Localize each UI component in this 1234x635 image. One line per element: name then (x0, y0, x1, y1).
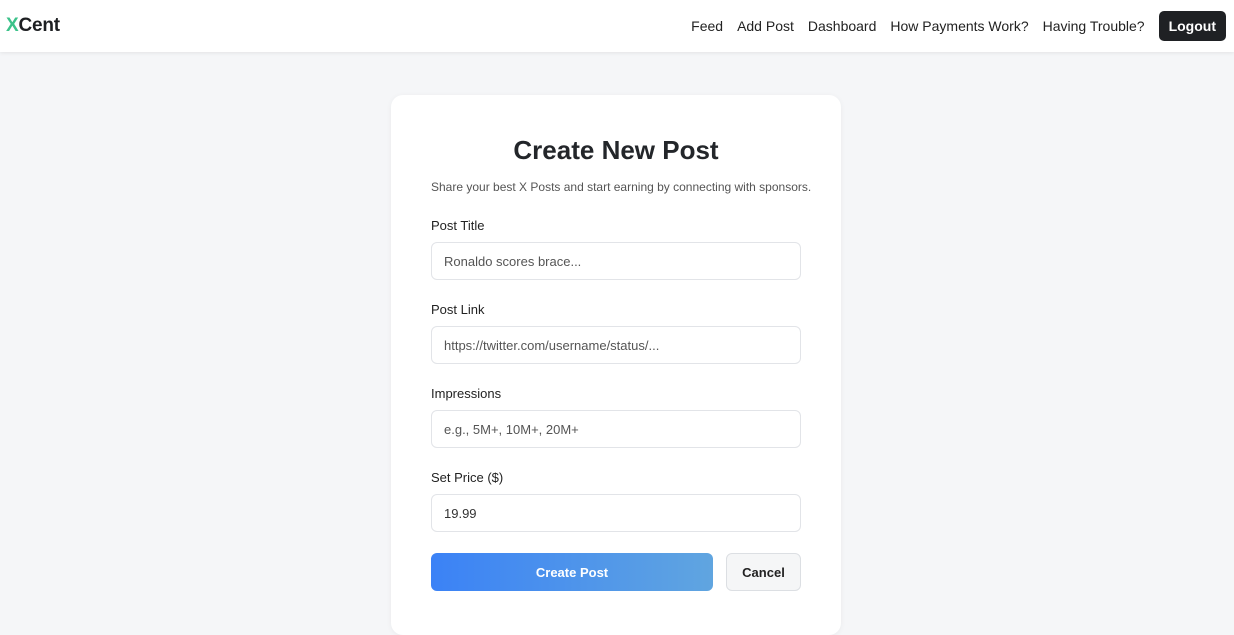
brand-logo-text: Cent (18, 15, 60, 36)
nav-link-feed[interactable]: Feed (691, 18, 723, 34)
brand-logo-x: X (6, 15, 19, 36)
create-post-card: Create New Post Share your best X Posts … (391, 95, 841, 635)
impressions-label: Impressions (431, 386, 502, 401)
nav-link-add-post[interactable]: Add Post (737, 18, 794, 34)
post-title-label: Post Title (431, 218, 485, 233)
post-link-label: Post Link (431, 302, 485, 317)
nav-link-having-trouble[interactable]: Having Trouble? (1043, 18, 1145, 34)
brand-logo[interactable]: XCent (6, 15, 60, 37)
page-title: Create New Post (513, 135, 719, 165)
logout-button[interactable]: Logout (1158, 11, 1226, 41)
post-title-input[interactable] (431, 242, 801, 280)
top-navbar: XCent Feed Add Post Dashboard How Paymen… (0, 0, 1234, 52)
cancel-button[interactable]: Cancel (726, 553, 801, 591)
nav-link-dashboard[interactable]: Dashboard (808, 18, 877, 34)
price-label: Set Price ($) (431, 470, 504, 485)
nav-links: Feed Add Post Dashboard How Payments Wor… (677, 11, 1226, 41)
post-link-input[interactable] (431, 326, 801, 364)
create-post-button[interactable]: Create Post (431, 553, 713, 591)
form-actions: Create Post Cancel (431, 553, 801, 591)
price-input[interactable] (431, 494, 801, 532)
impressions-input[interactable] (431, 410, 801, 448)
nav-link-how-payments-work[interactable]: How Payments Work? (890, 18, 1028, 34)
page-subtitle: Share your best X Posts and start earnin… (431, 180, 812, 194)
